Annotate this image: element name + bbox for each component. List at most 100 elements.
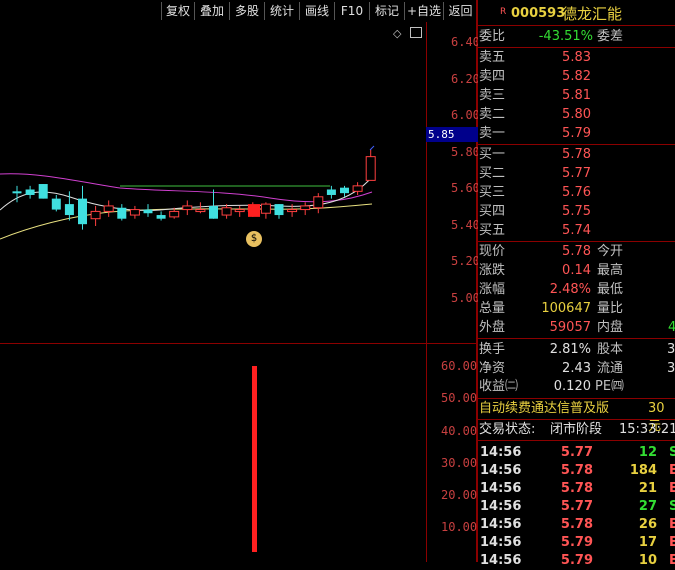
candle-body [352, 185, 363, 192]
stock-name: 德龙汇能 [562, 5, 623, 23]
kline-chart-area[interactable] [0, 22, 477, 562]
volume-axis-label: 50.00 [441, 391, 478, 405]
candle-body [12, 191, 22, 194]
draw-line-button[interactable]: 画线 [299, 2, 334, 20]
pe-row: 收益㈡ 0.120 PE㈣ [479, 379, 625, 394]
candle-body [38, 184, 48, 199]
finance-row: 换手 2.81% 股本 3 [479, 342, 675, 357]
tick-time: 14:56 [480, 535, 522, 550]
tick-volume: 17 [638, 535, 657, 550]
tick-time: 14:56 [480, 517, 522, 532]
tick-row: 14:56 5.79 10 E [478, 552, 675, 570]
kline-chart-svg[interactable] [0, 22, 477, 562]
candle-body [78, 198, 87, 225]
volume-bar [252, 366, 257, 552]
candle-body [90, 210, 101, 220]
stock-code: 000593 [511, 6, 566, 21]
volume-axis-label: 30.00 [441, 456, 478, 470]
volume-axis-label: 10.00 [441, 520, 478, 534]
candle-body [64, 204, 74, 216]
candle-body [287, 209, 298, 213]
candle-body [221, 207, 232, 216]
tick-flag: E [669, 553, 675, 568]
tick-time: 14:56 [480, 499, 522, 514]
buy-1-row: 买一 5.78 [479, 147, 591, 162]
candle-body [103, 205, 114, 212]
statistics-button[interactable]: 统计 [264, 2, 299, 20]
stat-row: 现价 5.78 今开 [479, 244, 624, 259]
stat-row: 总量 100647 量比 [479, 301, 624, 316]
back-button[interactable]: 返回 [443, 2, 477, 20]
current-price-tag: 5.85 [426, 127, 478, 142]
volume-axis-label: 40.00 [441, 424, 478, 438]
tick-row: 14:56 5.78 21 E [478, 480, 675, 498]
finance-row: 净资 2.43 流通 3 [479, 361, 675, 376]
tick-price: 5.78 [560, 463, 593, 478]
add-watchlist-button[interactable]: +自选 [404, 2, 443, 20]
tick-price: 5.79 [560, 535, 593, 550]
tick-time: 14:56 [480, 481, 522, 496]
tick-time: 14:56 [480, 445, 522, 460]
buy-4-row: 买四 5.75 [479, 204, 591, 219]
candle-body [129, 209, 140, 216]
tick-row: 14:56 5.79 17 E [478, 534, 675, 552]
tick-volume: 184 [629, 463, 657, 478]
candle-body [25, 189, 35, 195]
price-axis-label: 6.00 [451, 108, 480, 122]
tick-time: 14:56 [480, 553, 522, 568]
candle-body [260, 203, 271, 214]
sell-5-row: 卖五 5.83 [479, 50, 591, 65]
overlay-button[interactable]: 叠加 [194, 2, 229, 20]
price-axis-label: 5.00 [451, 291, 480, 305]
tick-price: 5.77 [560, 499, 593, 514]
candle-body [156, 215, 166, 219]
r-badge: R [500, 7, 507, 17]
tick-volume: 10 [638, 553, 657, 568]
multi-stock-button[interactable]: 多股 [229, 2, 264, 20]
stat-row: 涨跌 0.14 最高 [479, 263, 624, 278]
axis-divider [426, 22, 427, 562]
volume-divider [0, 343, 477, 344]
buy-2-row: 买二 5.77 [479, 166, 591, 181]
tick-flag: E [669, 481, 675, 496]
candle-body [182, 205, 193, 211]
f10-button[interactable]: F10 [334, 2, 369, 20]
stat-row: 外盘 59057 内盘 4 [479, 320, 675, 335]
sell-1-row: 卖一 5.79 [479, 126, 591, 141]
tick-flag: E [669, 463, 675, 478]
wei-bi-value: -43.51% [538, 29, 593, 44]
tick-price: 5.77 [560, 445, 593, 460]
price-axis-label: 5.40 [451, 218, 480, 232]
quote-panel: R 000593 德龙汇能 委比 -43.51% 委差 卖五 5.83 卖四 5.8… [478, 0, 675, 568]
sell-2-row: 卖二 5.80 [479, 107, 591, 122]
candle-body [195, 209, 206, 213]
tick-time: 14:56 [480, 463, 522, 478]
fuquan-button[interactable]: 复权 [161, 2, 194, 20]
buy-3-row: 买三 5.76 [479, 185, 591, 200]
mark-button[interactable]: 标记 [369, 2, 404, 20]
ad-banner[interactable]: 自动续费通达信普及版 30元 [478, 400, 675, 434]
tick-price: 5.78 [560, 481, 593, 496]
tick-flag: S [669, 445, 675, 460]
candle-body [365, 156, 376, 181]
candle-body [274, 204, 284, 216]
money-bag-icon[interactable]: $ [246, 231, 262, 247]
diamond-icon[interactable]: ◇ [393, 27, 401, 40]
price-axis-label: 5.20 [451, 254, 480, 268]
wei-bi-row: 委比 -43.51% 委差 [479, 29, 624, 44]
tick-volume: 27 [638, 499, 657, 514]
candle-body [300, 205, 311, 211]
volume-axis-label: 60.00 [441, 359, 478, 373]
tick-row: 14:56 5.78 26 E [478, 516, 675, 534]
price-axis-label: 5.60 [451, 181, 480, 195]
stat-row: 涨幅 2.48% 最低 [479, 282, 624, 297]
tick-row: 14:56 5.78 184 E [478, 462, 675, 480]
candle-body [143, 209, 153, 214]
tick-flag: E [669, 517, 675, 532]
candle-body [51, 198, 61, 210]
tick-row: 14:56 5.77 27 S [478, 498, 675, 516]
window-toggle-icon[interactable] [410, 27, 422, 38]
buy-5-row: 买五 5.74 [479, 223, 591, 238]
stock-header: R 000593 德龙汇能 [478, 5, 675, 23]
candle-body [209, 205, 218, 219]
